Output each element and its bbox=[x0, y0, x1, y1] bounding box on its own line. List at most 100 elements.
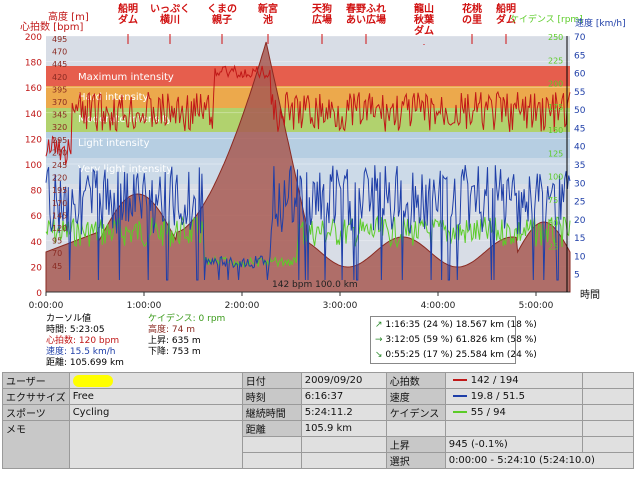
select-label: 選択 bbox=[385, 452, 446, 469]
blank-cell bbox=[300, 436, 387, 453]
landmark-label: あい広場 bbox=[346, 13, 386, 26]
flat-icon: → bbox=[375, 335, 383, 345]
speed-legend-line bbox=[452, 395, 467, 397]
date-label: 日付 bbox=[241, 372, 302, 389]
cadence-axis-label: ケイデンス [rpm] bbox=[510, 13, 583, 25]
cadence-tick: 175 bbox=[548, 103, 563, 112]
user-value bbox=[68, 372, 243, 389]
cadence-tick: 25 bbox=[548, 242, 558, 251]
hr-tick: 80 bbox=[31, 187, 43, 197]
cadence-tick: 75 bbox=[548, 196, 558, 205]
cadence-tick: 125 bbox=[548, 149, 563, 158]
cadence-tick: 200 bbox=[548, 80, 563, 89]
hr-tick: 0 bbox=[36, 289, 42, 299]
speed-axis-label: 速度 [km/h] bbox=[575, 17, 626, 29]
altitude-tick: 470 bbox=[52, 48, 67, 57]
cursor-title: カーソル値 bbox=[46, 314, 92, 324]
cursor-speed: 速度: 15.5 km/h bbox=[46, 347, 116, 357]
cursor-ascent: 上昇: 635 m bbox=[148, 336, 201, 346]
select-value: 0:00:00 - 5:24:10 (5:24:10.0) bbox=[444, 452, 635, 469]
altitude-tick: 445 bbox=[52, 60, 67, 69]
cadence-tick: 100 bbox=[548, 173, 563, 182]
altitude-tick: 420 bbox=[52, 73, 67, 82]
landmark-label: ダム bbox=[414, 24, 434, 37]
landmark-label: の里 bbox=[462, 14, 482, 26]
distance-label: 距離 bbox=[241, 420, 302, 437]
speed-tick: 40 bbox=[574, 143, 586, 153]
blank-cell bbox=[241, 436, 302, 453]
cursor-distance: 距離: 105.699 km bbox=[46, 358, 124, 368]
summary-uphill: ↗ 1:16:35 (24 %) 18.567 km (18 %) bbox=[375, 320, 537, 330]
landmark-label: 春野ふれ bbox=[346, 2, 386, 15]
user-label: ユーザー bbox=[2, 372, 70, 389]
landmark-label: 秋葉 bbox=[414, 13, 435, 26]
landmark-label: いっぷく bbox=[150, 3, 190, 15]
altitude-tick: 270 bbox=[52, 148, 67, 157]
memo-value[interactable] bbox=[68, 420, 243, 469]
altitude-tick: 295 bbox=[52, 136, 67, 145]
landmark-label: 広場 bbox=[312, 13, 332, 26]
uphill-icon: ↗ bbox=[375, 320, 383, 330]
time-axis-label: 時間 bbox=[580, 289, 600, 301]
cadence-tick: 50 bbox=[548, 219, 558, 228]
redacted-name bbox=[72, 374, 113, 387]
altitude-tick: 145 bbox=[52, 211, 67, 220]
landmark-label: 天狗 bbox=[312, 2, 332, 15]
hr-tick: 20 bbox=[31, 263, 43, 273]
zone-label: Light intensity bbox=[78, 138, 150, 149]
cursor-altitude: 高度: 74 m bbox=[148, 325, 195, 335]
blank-cell bbox=[300, 452, 387, 469]
hr-legend-line bbox=[452, 379, 467, 381]
cadence-tick: 150 bbox=[548, 126, 563, 135]
altitude-tick: 370 bbox=[52, 98, 67, 107]
exercise-value: Free bbox=[68, 388, 243, 405]
blank-cell bbox=[581, 436, 635, 453]
hr-tick: 160 bbox=[25, 84, 42, 94]
hr-tick: 180 bbox=[25, 59, 42, 69]
altitude-tick: 170 bbox=[52, 199, 67, 208]
time-tick: 2:00:00 bbox=[225, 301, 260, 311]
cursor-cadence: ケイデンス: 0 rpm bbox=[148, 314, 226, 324]
landmark-label: 横川 bbox=[160, 13, 180, 26]
speed-tick: 20 bbox=[574, 216, 586, 226]
speed-tick: 60 bbox=[574, 70, 586, 80]
landmark-label: 池 bbox=[263, 13, 273, 26]
altitude-tick: 345 bbox=[52, 111, 67, 120]
altitude-tick: 320 bbox=[52, 123, 67, 132]
speed-summary-label: 速度 bbox=[385, 388, 446, 405]
cursor-values-2: ケイデンス: 0 rpm 高度: 74 m 上昇: 635 m 下降: 753 … bbox=[148, 314, 225, 358]
speed-tick: 15 bbox=[574, 234, 585, 244]
hr-tick: 200 bbox=[25, 33, 42, 43]
speed-summary-value: 19.8 / 51.5 bbox=[444, 388, 583, 405]
altitude-tick: 70 bbox=[52, 249, 62, 258]
blank-cell bbox=[581, 372, 635, 389]
landmark-label: 船明 bbox=[118, 2, 138, 15]
altitude-tick: 95 bbox=[52, 237, 62, 246]
memo-label: メモ bbox=[2, 420, 70, 469]
hr-tick: 60 bbox=[31, 212, 43, 222]
blank-cell bbox=[444, 420, 583, 437]
landmark-label: ダム bbox=[118, 13, 138, 26]
summary-flat: → 3:12:05 (59 %) 61.826 km (58 %) bbox=[375, 335, 537, 345]
hr-summary-label: 心拍数 bbox=[385, 372, 446, 389]
speed-tick: 25 bbox=[574, 198, 585, 208]
landmark-label: 龍山 bbox=[414, 2, 434, 15]
altitude-tick: 395 bbox=[52, 85, 67, 94]
speed-tick: 45 bbox=[574, 124, 585, 134]
time-value: 6:16:37 bbox=[300, 388, 387, 405]
landmark-label: 花桃 bbox=[462, 2, 482, 15]
speed-tick: 10 bbox=[574, 252, 586, 262]
hr-summary-value: 142 / 194 bbox=[444, 372, 583, 389]
slope-summary: ↗ 1:16:35 (24 %) 18.567 km (18 %) → 3:12… bbox=[370, 316, 537, 364]
altitude-tick: 195 bbox=[52, 186, 67, 195]
hr-tick: 40 bbox=[31, 238, 43, 248]
downhill-icon: ↘ bbox=[375, 350, 383, 360]
hr-tick: 140 bbox=[25, 110, 42, 120]
blank-cell bbox=[581, 420, 635, 437]
speed-tick: 5 bbox=[574, 271, 580, 281]
summary-downhill: ↘ 0:55:25 (17 %) 25.584 km (24 %) bbox=[375, 350, 537, 360]
exercise-label: エクササイズ bbox=[2, 388, 70, 405]
time-label: 時刻 bbox=[241, 388, 302, 405]
time-tick: 1:00:00 bbox=[127, 301, 162, 311]
cursor-values: カーソル値 時間: 5:23:05 心拍数: 120 bpm 速度: 15.5 … bbox=[46, 314, 124, 369]
